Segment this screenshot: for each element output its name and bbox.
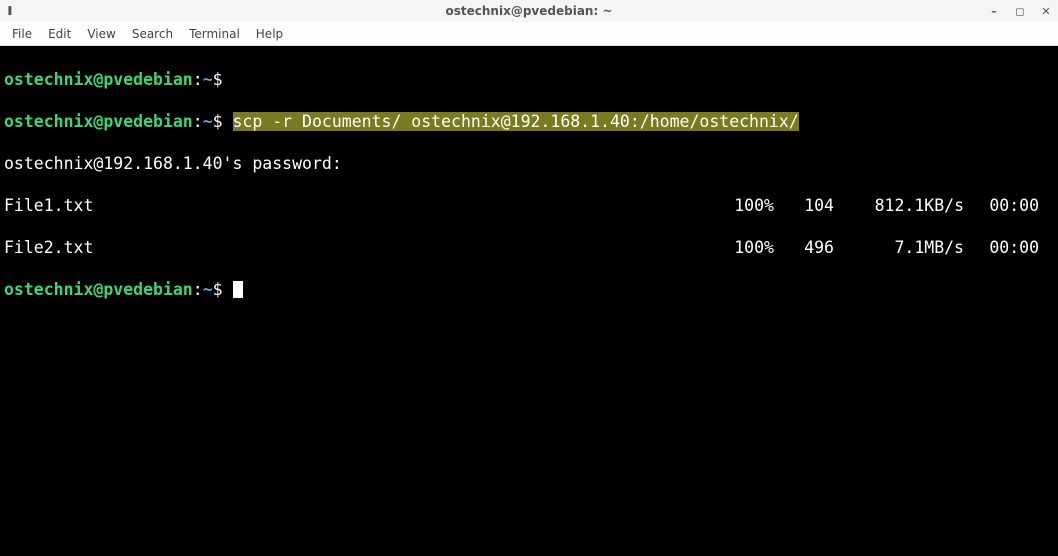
transfer-bytes: 496: [774, 237, 834, 258]
menu-view[interactable]: View: [79, 25, 123, 43]
transfer-file: File2.txt: [4, 237, 704, 258]
terminal-window: ❚ ostechnix@pvedebian: ~ – ◻ ✕ File Edit…: [0, 0, 1058, 556]
menu-terminal[interactable]: Terminal: [181, 25, 248, 43]
maximize-button[interactable]: ◻: [1014, 5, 1026, 18]
prompt-line-1: ostechnix@pvedebian:~$: [4, 69, 1054, 90]
app-icon: ❚: [6, 6, 18, 16]
menu-file[interactable]: File: [4, 25, 40, 43]
transfer-rate: 812.1KB/s: [834, 195, 964, 216]
transfer-row: File2.txt100%4967.1MB/s00:00: [4, 237, 1054, 258]
terminal-body[interactable]: ostechnix@pvedebian:~$ ostechnix@pvedebi…: [0, 46, 1058, 556]
transfer-bytes: 104: [774, 195, 834, 216]
minimize-button[interactable]: –: [988, 5, 1000, 18]
menu-edit[interactable]: Edit: [40, 25, 79, 43]
window-controls: – ◻ ✕: [988, 5, 1052, 18]
prompt-path: ~: [203, 70, 213, 89]
prompt-line-2: ostechnix@pvedebian:~$ scp -r Documents/…: [4, 111, 1054, 132]
menu-search[interactable]: Search: [124, 25, 181, 43]
prompt-line-3: ostechnix@pvedebian:~$: [4, 279, 1054, 300]
menubar: File Edit View Search Terminal Help: [0, 22, 1058, 46]
window-title: ostechnix@pvedebian: ~: [446, 4, 613, 18]
transfer-row: File1.txt100%104812.1KB/s00:00: [4, 195, 1054, 216]
transfer-time: 00:00: [964, 237, 1054, 258]
prompt-path: ~: [203, 280, 213, 299]
prompt-userhost: ostechnix@pvedebian: [4, 70, 193, 89]
menu-help[interactable]: Help: [248, 25, 291, 43]
prompt-userhost: ostechnix@pvedebian: [4, 280, 193, 299]
transfer-time: 00:00: [964, 195, 1054, 216]
transfer-pct: 100%: [704, 195, 774, 216]
command-text: scp -r Documents/ ostechnix@192.168.1.40…: [233, 112, 799, 131]
transfer-pct: 100%: [704, 237, 774, 258]
cursor: [233, 281, 243, 298]
prompt-path: ~: [203, 112, 213, 131]
transfer-file: File1.txt: [4, 195, 704, 216]
prompt-userhost: ostechnix@pvedebian: [4, 112, 193, 131]
close-button[interactable]: ✕: [1040, 5, 1052, 18]
titlebar[interactable]: ❚ ostechnix@pvedebian: ~ – ◻ ✕: [0, 0, 1058, 22]
transfer-rate: 7.1MB/s: [834, 237, 964, 258]
password-prompt: ostechnix@192.168.1.40's password:: [4, 153, 1054, 174]
